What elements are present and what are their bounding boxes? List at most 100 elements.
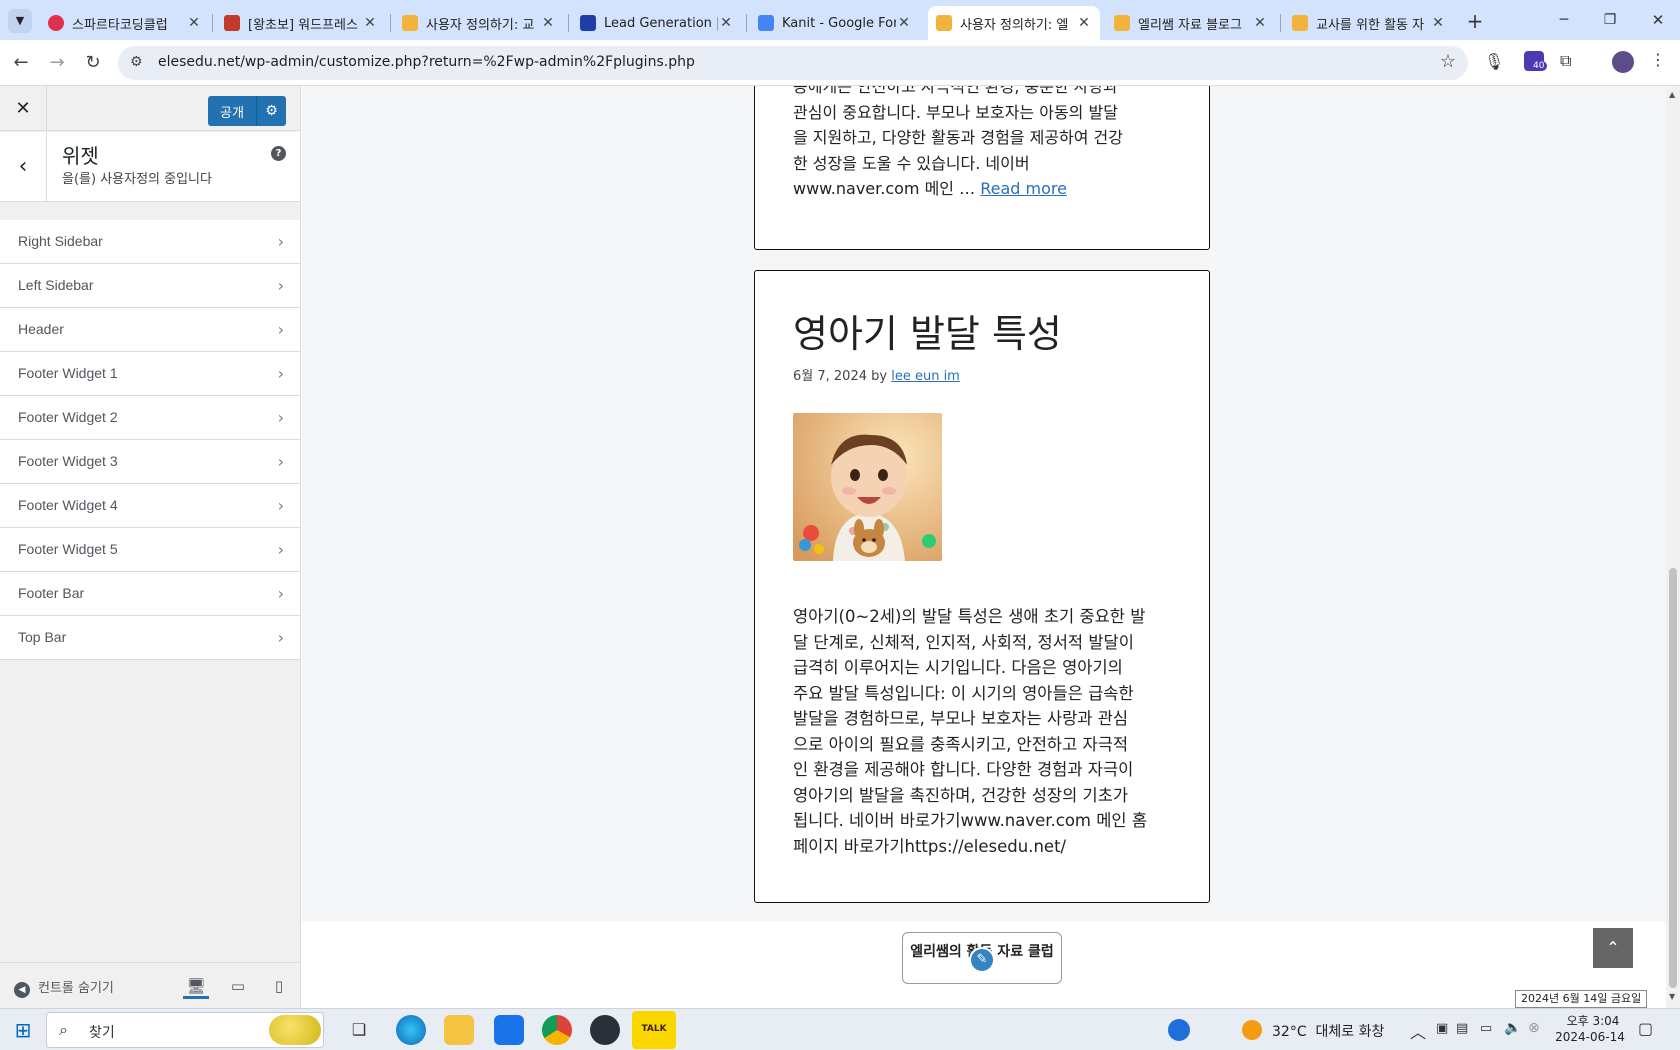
widget-area-item[interactable]: Header › [0,308,300,352]
back-icon[interactable]: ← [8,50,34,76]
taskbar-search-box[interactable]: ⌕ 찾기 [46,1012,324,1048]
desktop-preview-icon[interactable]: 🖥 [183,973,209,999]
tab-title: 스파르타코딩클럽 [72,17,168,33]
read-more-link[interactable]: Read more [980,179,1067,198]
mail-icon[interactable] [494,1015,524,1045]
widget-area-item[interactable]: Footer Widget 1 › [0,352,300,396]
clock-date[interactable]: 2024-06-14 [1552,1030,1628,1044]
close-customizer-icon[interactable]: ✕ [0,86,47,131]
tray-app-icon[interactable]: ▤ [1456,1021,1468,1036]
scroll-down-arrow-icon[interactable]: ▼ [1669,992,1675,1001]
body-line: 인 환경을 제공해야 합니다. 다양한 경험과 자극이 [793,760,1134,779]
widget-area-label: Footer Widget 2 [18,409,118,425]
browser-tab[interactable]: 엘리쌤 자료 블로그 ✕ [1106,6,1276,40]
widget-area-item[interactable]: Footer Widget 5 › [0,528,300,572]
tab-separator [746,14,747,32]
preview-scrollbar[interactable]: ▲ ▼ [1666,86,1680,1008]
featured-image[interactable] [793,413,942,561]
post-meta: 6월 7, 2024 by lee eun im [793,365,960,384]
profile-avatar[interactable] [1612,51,1634,73]
network-icon[interactable]: ▭ [1480,1021,1492,1036]
forward-icon[interactable]: → [44,50,70,76]
tab-close-icon[interactable]: ✕ [896,15,912,31]
post-author-link[interactable]: lee eun im [891,369,960,384]
tab-close-icon[interactable]: ✕ [362,15,378,31]
browser-tab-active[interactable]: 사용자 정의하기: 엘 ✕ [928,6,1100,40]
address-bar[interactable]: ⚙ elesedu.net/wp-admin/customize.php?ret… [118,46,1468,80]
widget-area-item[interactable]: Footer Bar › [0,572,300,616]
notification-icon[interactable]: ▢ [1638,1019,1653,1038]
reload-icon[interactable]: ↻ [80,50,106,76]
body-line: 됩니다. 네이버 바로가기www.naver.com 메인 홈 [793,811,1148,830]
tray-app-icon[interactable]: ▣ [1436,1021,1448,1036]
widget-area-label: Footer Widget 1 [18,365,118,381]
site-info-icon[interactable]: ⚙ [130,54,143,70]
windows-start-icon[interactable]: ⊞ [8,1015,38,1045]
tab-close-icon[interactable]: ✕ [186,15,202,31]
tray-status-icon[interactable]: ⊗ [1528,1020,1540,1036]
tab-close-icon[interactable]: ✕ [1076,15,1092,31]
widget-area-item[interactable]: Footer Widget 3 › [0,440,300,484]
browser-menu-icon[interactable]: ⋮ [1650,50,1666,69]
customizer-footer: ◀ 컨트롤 숨기기 🖥 ▭ ▯ [0,962,300,1008]
widget-area-item[interactable]: Footer Widget 4 › [0,484,300,528]
hide-controls-button[interactable]: ◀ 컨트롤 숨기기 [14,977,114,998]
scroll-to-top-button[interactable]: ⌃ [1593,928,1633,968]
mobile-preview-icon[interactable]: ▯ [266,973,292,999]
tab-title: [왕초보] 워드프레스 [248,17,358,33]
extension-icon[interactable]: 40 [1524,51,1548,71]
tray-chevron-up-icon[interactable]: ︿ [1410,1019,1426,1043]
close-window-icon[interactable]: ✕ [1644,8,1672,32]
weather-text[interactable]: 32°C 대체로 화창 [1272,1021,1384,1041]
kakaotalk-icon[interactable]: TALK [632,1011,676,1049]
publish-label: 공개 [220,106,244,121]
app-feather-icon[interactable] [590,1015,620,1045]
chrome-icon[interactable] [542,1015,572,1045]
search-placeholder: 찾기 [89,1025,115,1041]
post-title[interactable]: 영아기 발달 특성 [793,303,1062,358]
back-arrow-icon[interactable]: ‹ [0,132,47,202]
widget-area-label: Footer Bar [18,585,85,601]
microphone-icon[interactable]: 🎙 [1484,52,1504,71]
tab-search-icon[interactable]: ▼ [8,9,32,33]
help-icon[interactable]: ? [271,146,286,161]
widget-area-item[interactable]: Footer Widget 2 › [0,396,300,440]
browser-tab[interactable]: [왕초보] 워드프레스 ✕ [216,6,386,40]
browser-tab[interactable]: Kanit - Google Font ✕ [750,6,920,40]
help-tray-icon[interactable] [1168,1019,1190,1041]
edge-browser-icon[interactable] [396,1015,426,1045]
bookmark-star-icon[interactable]: ☆ [1440,51,1456,72]
file-explorer-icon[interactable] [444,1015,474,1045]
task-view-icon[interactable]: ❏ [344,1015,374,1045]
scroll-up-arrow-icon[interactable]: ▲ [1669,90,1675,99]
tab-close-icon[interactable]: ✕ [540,15,556,31]
browser-tab[interactable]: 스파르타코딩클럽 ✕ [40,6,210,40]
excerpt-line: 동에게는 안전하고 자극적인 환경, 충분한 사랑과 [793,86,1118,96]
volume-icon[interactable]: 🔈 [1504,1020,1521,1036]
excerpt-tail: www.naver.com 메인 … [793,179,981,198]
tablet-preview-icon[interactable]: ▭ [225,973,251,999]
restore-icon[interactable]: ❐ [1596,8,1624,32]
scrollbar-thumb[interactable] [1669,568,1677,988]
chevron-right-icon: › [277,452,284,471]
clock-time[interactable]: 오후 3:04 [1558,1012,1628,1029]
tab-close-icon[interactable]: ✕ [1252,15,1268,31]
browser-tab[interactable]: 교사를 위한 활동 자 ✕ [1284,6,1454,40]
widget-area-item[interactable]: Left Sidebar › [0,264,300,308]
minimize-icon[interactable]: ─ [1550,8,1578,32]
date-tooltip: 2024년 6월 14일 금요일 [1515,990,1648,1008]
new-tab-icon[interactable]: + [1462,8,1488,34]
publish-settings-gear-icon[interactable]: ⚙ [256,96,286,126]
edit-shortcut-icon[interactable]: ✎ [969,947,995,973]
post-by: by [871,369,888,384]
tab-close-icon[interactable]: ✕ [1430,15,1446,31]
search-icon: ⌕ [59,1020,68,1039]
widget-area-item[interactable]: Top Bar › [0,616,300,660]
browser-tab[interactable]: Lead Generation | S ✕ [572,6,742,40]
publish-button[interactable]: 공개 ⚙ [208,96,286,126]
widget-area-item[interactable]: Right Sidebar › [0,220,300,264]
tab-close-icon[interactable]: ✕ [718,15,734,31]
kakaotalk-label: TALK [641,1024,667,1034]
extensions-puzzle-icon[interactable]: ⧉ [1560,51,1571,71]
browser-tab[interactable]: 사용자 정의하기: 교 ✕ [394,6,564,40]
